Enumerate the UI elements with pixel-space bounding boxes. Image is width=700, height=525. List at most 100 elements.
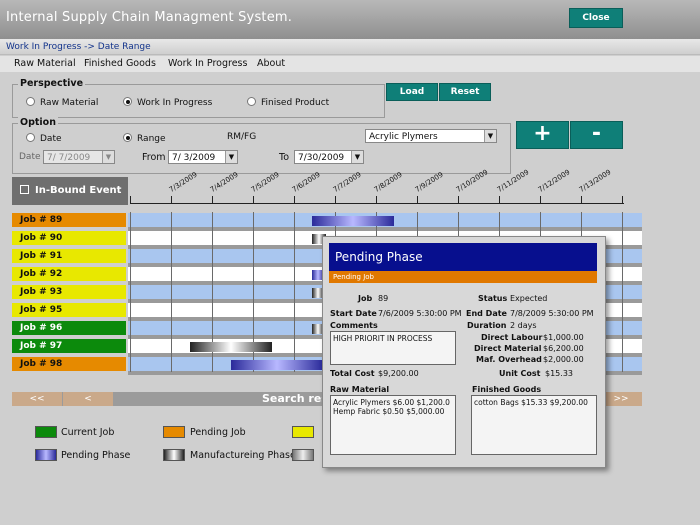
gantt-grid-line (171, 212, 172, 372)
timeline-date-label: 7/13/2009 (577, 168, 613, 194)
job-label[interactable]: Job # 98 (12, 357, 126, 371)
first-page-button[interactable]: << (12, 392, 62, 406)
date-picker: 7/ 7/2009 ▼ (43, 150, 115, 164)
timeline-tick (376, 196, 377, 203)
to-date-value: 7/30/2009 (298, 153, 345, 163)
job-label[interactable]: Job # 90 (12, 231, 126, 245)
radio-date[interactable]: Date (26, 133, 62, 144)
job-detail-popup: Pending Phase Pending Job Job 89 Status … (322, 236, 606, 468)
timeline-tick (458, 196, 459, 203)
popup-end-value: 7/8/2009 5:30:00 PM (510, 309, 594, 318)
job-label[interactable]: Job # 92 (12, 267, 126, 281)
radio-raw-material[interactable]: Raw Material (26, 97, 98, 108)
pending-phase-bar-job-89[interactable] (312, 216, 394, 226)
radio-dot (26, 133, 35, 142)
menu-about[interactable]: About (257, 56, 285, 72)
popup-direct-material-value: $6,200.00 (543, 344, 584, 353)
checkbox-icon[interactable] (20, 185, 29, 194)
list-item: Hemp Fabric $0.50 $5,000.00 (333, 407, 445, 416)
load-button[interactable]: Load (386, 83, 438, 101)
legend-pending-phase-label: Pending Phase (61, 450, 131, 461)
popup-job-value: 89 (378, 294, 389, 303)
popup-duration-value: 2 days (510, 321, 537, 330)
legend-pending-job-label: Pending Job (190, 427, 246, 438)
legend-yellow-swatch (292, 426, 314, 438)
job-label[interactable]: Job # 91 (12, 249, 126, 263)
prev-page-button[interactable]: < (63, 392, 113, 406)
radio-dot-selected (123, 97, 132, 106)
radio-work-in-progress[interactable]: Work In Progress (123, 97, 212, 108)
popup-comments-label: Comments (330, 321, 378, 330)
breadcrumb: Work In Progress -> Date Range (0, 39, 700, 55)
reset-button[interactable]: Reset (439, 83, 491, 101)
radio-finished-product[interactable]: Finised Product (247, 97, 329, 108)
timeline-tick (417, 196, 418, 203)
radio-dot (247, 97, 256, 106)
perspective-title: Perspective (18, 78, 86, 89)
close-button[interactable]: Close (569, 8, 623, 28)
menu-raw-material[interactable]: Raw Material (14, 56, 76, 72)
popup-status-label: Status (478, 294, 508, 303)
inbound-event-header: In-Bound Event (12, 177, 128, 205)
pending-phase-bar-job-98[interactable] (231, 360, 323, 370)
zoom-out-button[interactable]: - (570, 121, 623, 149)
timeline-tick (581, 196, 582, 203)
inbound-event-label: In-Bound Event (35, 185, 122, 196)
popup-comments-text: HIGH PRIORIT IN PROCESS (333, 334, 433, 343)
material-select[interactable]: Acrylic Plymers ▼ (365, 129, 497, 143)
popup-direct-labour-value: $1,000.00 (543, 333, 584, 342)
job-label[interactable]: Job # 89 (12, 213, 126, 227)
zoom-in-button[interactable]: + (516, 121, 569, 149)
rmfg-label: RM/FG (227, 132, 257, 142)
job-label[interactable]: Job # 93 (12, 285, 126, 299)
timeline-tick (540, 196, 541, 203)
timeline-tick (622, 196, 623, 203)
popup-finished-goods-list: cotton Bags $15.33 $9,200.00 (471, 395, 597, 455)
timeline-tick (171, 196, 172, 203)
popup-overhead-value: $2,000.00 (543, 355, 584, 364)
radio-range[interactable]: Range (123, 133, 166, 144)
list-item: cotton Bags $15.33 $9,200.00 (474, 398, 588, 407)
timeline-date-label: 7/12/2009 (536, 168, 572, 194)
job-label[interactable]: Job # 96 (12, 321, 126, 335)
timeline-tick (253, 196, 254, 203)
popup-subtitle: Pending Job (329, 271, 597, 283)
radio-label: Range (137, 134, 166, 144)
from-date-picker[interactable]: 7/ 3/2009 ▼ (168, 150, 238, 164)
radio-dot (26, 97, 35, 106)
menu-work-in-progress[interactable]: Work In Progress (168, 56, 247, 72)
legend-manufacturing-phase-swatch (163, 449, 185, 461)
timeline-tick (130, 196, 131, 203)
from-label: From (142, 152, 166, 163)
popup-duration-label: Duration (467, 321, 507, 330)
timeline-date-label: 7/5/2009 (249, 170, 281, 194)
last-page-button[interactable]: >> (600, 392, 642, 406)
timeline-date-label: 7/4/2009 (208, 170, 240, 194)
popup-raw-material-list: Acrylic Plymers $6.00 $1,200.0 Hemp Fabr… (330, 395, 456, 455)
timeline-date-label: 7/3/2009 (167, 170, 199, 194)
radio-label: Date (40, 134, 62, 144)
timeline-tick (212, 196, 213, 203)
menu-finished-goods[interactable]: Finished Goods (84, 56, 156, 72)
legend-manufacturing-phase-label: Manufactureing Phase (190, 450, 296, 461)
to-label: To (279, 152, 290, 163)
timeline-date-label: 7/7/2009 (331, 170, 363, 194)
popup-raw-material-label: Raw Material (330, 385, 390, 394)
radio-label: Work In Progress (137, 98, 213, 108)
to-date-picker[interactable]: 7/30/2009 ▼ (294, 150, 364, 164)
from-date-value: 7/ 3/2009 (172, 153, 216, 163)
job-label[interactable]: Job # 95 (12, 303, 126, 317)
gantt-grid-line (294, 212, 295, 372)
legend-current-job-swatch (35, 426, 57, 438)
timeline-date-label: 7/6/2009 (290, 170, 322, 194)
timeline-tick (294, 196, 295, 203)
popup-direct-material-label: Direct Material (474, 344, 542, 353)
legend-gray-swatch (292, 449, 314, 461)
manufacturing-phase-bar-job-97[interactable] (190, 342, 272, 352)
gantt-grid-line (622, 212, 623, 372)
timeline-axis (130, 203, 624, 204)
chevron-down-icon: ▼ (225, 151, 237, 163)
popup-overhead-label: Maf. Overhead (476, 355, 542, 364)
popup-comments-box: HIGH PRIORIT IN PROCESS (330, 331, 456, 365)
job-label[interactable]: Job # 97 (12, 339, 126, 353)
